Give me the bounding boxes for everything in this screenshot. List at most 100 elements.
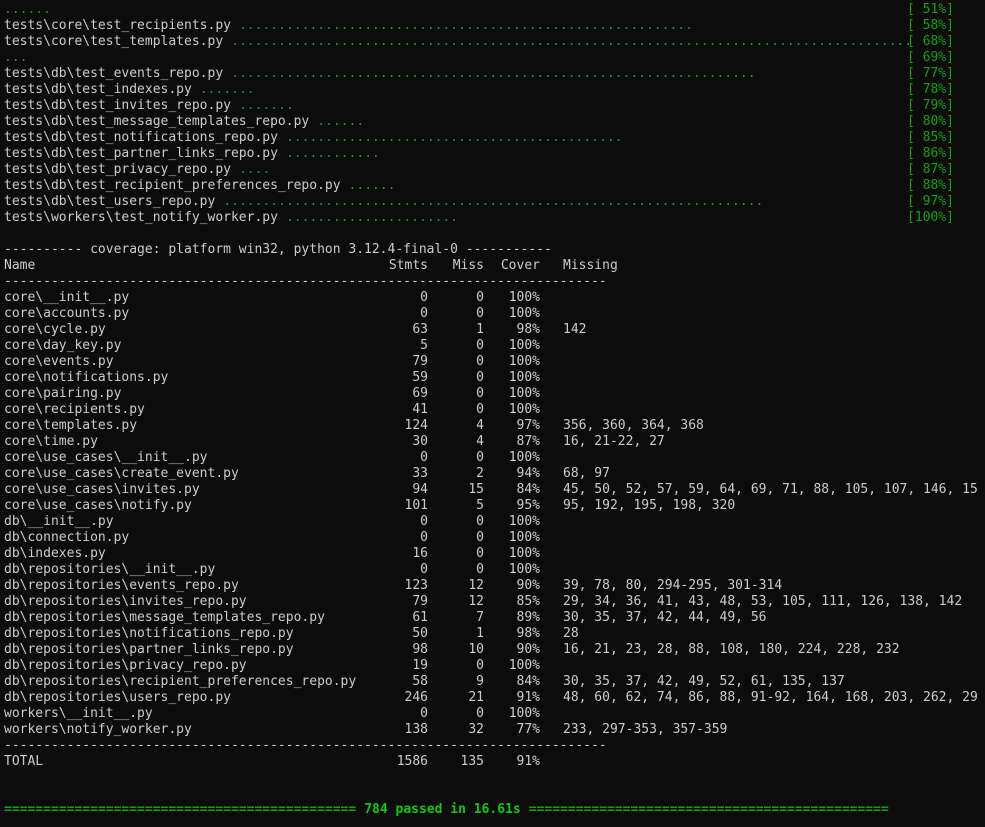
coverage-row: db\repositories\__init__.py 0 0 100% <box>0 562 985 578</box>
coverage-row: db\repositories\partner_links_repo.py 98 1… <box>0 642 985 658</box>
coverage-file-name: core\use_cases\__init__.py <box>4 450 208 465</box>
stmts-value: 0 <box>420 530 428 545</box>
miss-value: 0 <box>476 514 484 529</box>
miss-value: 0 <box>476 354 484 369</box>
coverage-file-name: db\repositories\recipient_preferences_re… <box>4 674 357 689</box>
cover-value: 84% <box>516 482 540 497</box>
cover-value: 97% <box>516 418 540 433</box>
test-progress-line: tests\db\test_events_repo.py............… <box>4 66 756 82</box>
missing-lines: 142 <box>563 322 587 337</box>
test-file-name: tests\core\test_recipients.py <box>4 18 231 33</box>
cover-value: 100% <box>508 706 540 721</box>
test-progress-percent: [100%] <box>907 210 954 225</box>
cover-value: 95% <box>516 498 540 513</box>
stmts-value: 61 <box>412 610 428 625</box>
miss-value: 21 <box>468 690 484 705</box>
coverage-row: db\repositories\privacy_repo.py 19 0 100% <box>0 658 985 674</box>
stmts-value: 94 <box>412 482 428 497</box>
stmts-value: 123 <box>404 578 428 593</box>
test-progress-line: tests\db\test_privacy_repo.py.... <box>4 162 270 178</box>
coverage-total-row: TOTAL 1586 135 91% <box>0 754 985 770</box>
test-progress-percent: [ 86%] <box>907 146 954 161</box>
coverage-file-name: core\use_cases\notify.py <box>4 498 192 513</box>
test-result-dots: ....... <box>199 82 255 97</box>
test-progress-line: tests\db\test_message_templates_repo.py.… <box>4 114 364 130</box>
cover-value: 100% <box>508 290 540 305</box>
test-result-dots: ............ <box>285 146 380 161</box>
miss-value: 0 <box>476 306 484 321</box>
test-result-dots: ........................................… <box>238 18 693 33</box>
miss-value: 12 <box>468 578 484 593</box>
test-file-name: tests\db\test_indexes.py <box>4 82 192 97</box>
test-progress-percent: [ 79%] <box>907 98 954 113</box>
miss-value: 0 <box>476 450 484 465</box>
missing-lines: 95, 192, 195, 198, 320 <box>563 498 736 513</box>
test-progress-percent: [ 58%] <box>907 18 954 33</box>
stmts-value: 5 <box>420 338 428 353</box>
coverage-row: workers\__init__.py 0 0 100% <box>0 706 985 722</box>
coverage-row: core\accounts.py 0 0 100% <box>0 306 985 322</box>
cover-value: 100% <box>508 402 540 417</box>
test-result-dots: ... <box>4 50 28 65</box>
miss-value: 0 <box>476 658 484 673</box>
miss-value: 0 <box>476 530 484 545</box>
missing-lines: 48, 60, 62, 74, 86, 88, 91-92, 164, 168,… <box>563 690 978 705</box>
miss-value: 0 <box>476 370 484 385</box>
cover-value: 100% <box>508 530 540 545</box>
coverage-file-name: db\repositories\notifications_repo.py <box>4 626 294 641</box>
stmts-value: 0 <box>420 562 428 577</box>
test-result-dots: ........................................… <box>231 34 913 49</box>
coverage-file-name: core\events.py <box>4 354 114 369</box>
test-result-dots: ...... <box>348 178 396 193</box>
test-progress-line: tests\db\test_notifications_repo.py.....… <box>4 130 622 146</box>
stmts-value: 246 <box>404 690 428 705</box>
miss-value: 12 <box>468 594 484 609</box>
coverage-row: core\use_cases\__init__.py 0 0 100% <box>0 450 985 466</box>
stmts-value: 59 <box>412 370 428 385</box>
coverage-row: db\connection.py 0 0 100% <box>0 530 985 546</box>
summary-rule-left: ========================================… <box>4 802 357 817</box>
miss-value: 10 <box>468 642 484 657</box>
test-progress-line: tests\db\test_invites_repo.py....... <box>4 98 294 114</box>
summary-rule-right: ========================================… <box>528 802 889 817</box>
test-progress-line: tests\db\test_users_repo.py.............… <box>4 194 763 210</box>
coverage-file-name: core\day_key.py <box>4 338 122 353</box>
test-result-dots: ...................... <box>285 210 459 225</box>
stmts-value: 50 <box>412 626 428 641</box>
coverage-row: core\day_key.py 5 0 100% <box>0 338 985 354</box>
cover-value: 100% <box>508 338 540 353</box>
coverage-file-name: db\repositories\events_repo.py <box>4 578 239 593</box>
miss-value: 0 <box>476 562 484 577</box>
coverage-file-name: db\repositories\privacy_repo.py <box>4 658 247 673</box>
coverage-row: core\use_cases\create_event.py 33 2 94% 68, … <box>0 466 985 482</box>
stmts-value: 79 <box>412 594 428 609</box>
stmts-value: 0 <box>420 706 428 721</box>
coverage-file-name: db\repositories\invites_repo.py <box>4 594 247 609</box>
cover-value: 100% <box>508 386 540 401</box>
coverage-row: db\indexes.py 16 0 100% <box>0 546 985 562</box>
coverage-row: db\repositories\message_templates_repo.p… <box>0 610 985 626</box>
coverage-row: db\__init__.py 0 0 100% <box>0 514 985 530</box>
miss-value: 1 <box>476 322 484 337</box>
cover-value: 77% <box>516 722 540 737</box>
miss-value: 0 <box>476 386 484 401</box>
missing-lines: 28 <box>563 626 579 641</box>
miss-value: 5 <box>476 498 484 513</box>
miss-value: 15 <box>468 482 484 497</box>
coverage-file-name: db\repositories\users_repo.py <box>4 690 231 705</box>
stmts-value: 0 <box>420 306 428 321</box>
miss-value: 7 <box>476 610 484 625</box>
test-result-dots: ........................................… <box>285 130 623 145</box>
miss-value: 0 <box>476 290 484 305</box>
coverage-file-name: core\notifications.py <box>4 370 169 385</box>
coverage-row: core\notifications.py 59 0 100% <box>0 370 985 386</box>
coverage-row: core\templates.py 124 4 97% 356, 360, 364, 3… <box>0 418 985 434</box>
cover-value: 98% <box>516 322 540 337</box>
miss-value: 0 <box>476 338 484 353</box>
test-file-name: tests\db\test_partner_links_repo.py <box>4 146 278 161</box>
stmts-value: 124 <box>404 418 428 433</box>
summary-passed-text: 784 passed in 16.61s <box>364 802 521 817</box>
stmts-value: 30 <box>412 434 428 449</box>
coverage-file-name: workers\__init__.py <box>4 706 153 721</box>
missing-lines: 356, 360, 364, 368 <box>563 418 704 433</box>
